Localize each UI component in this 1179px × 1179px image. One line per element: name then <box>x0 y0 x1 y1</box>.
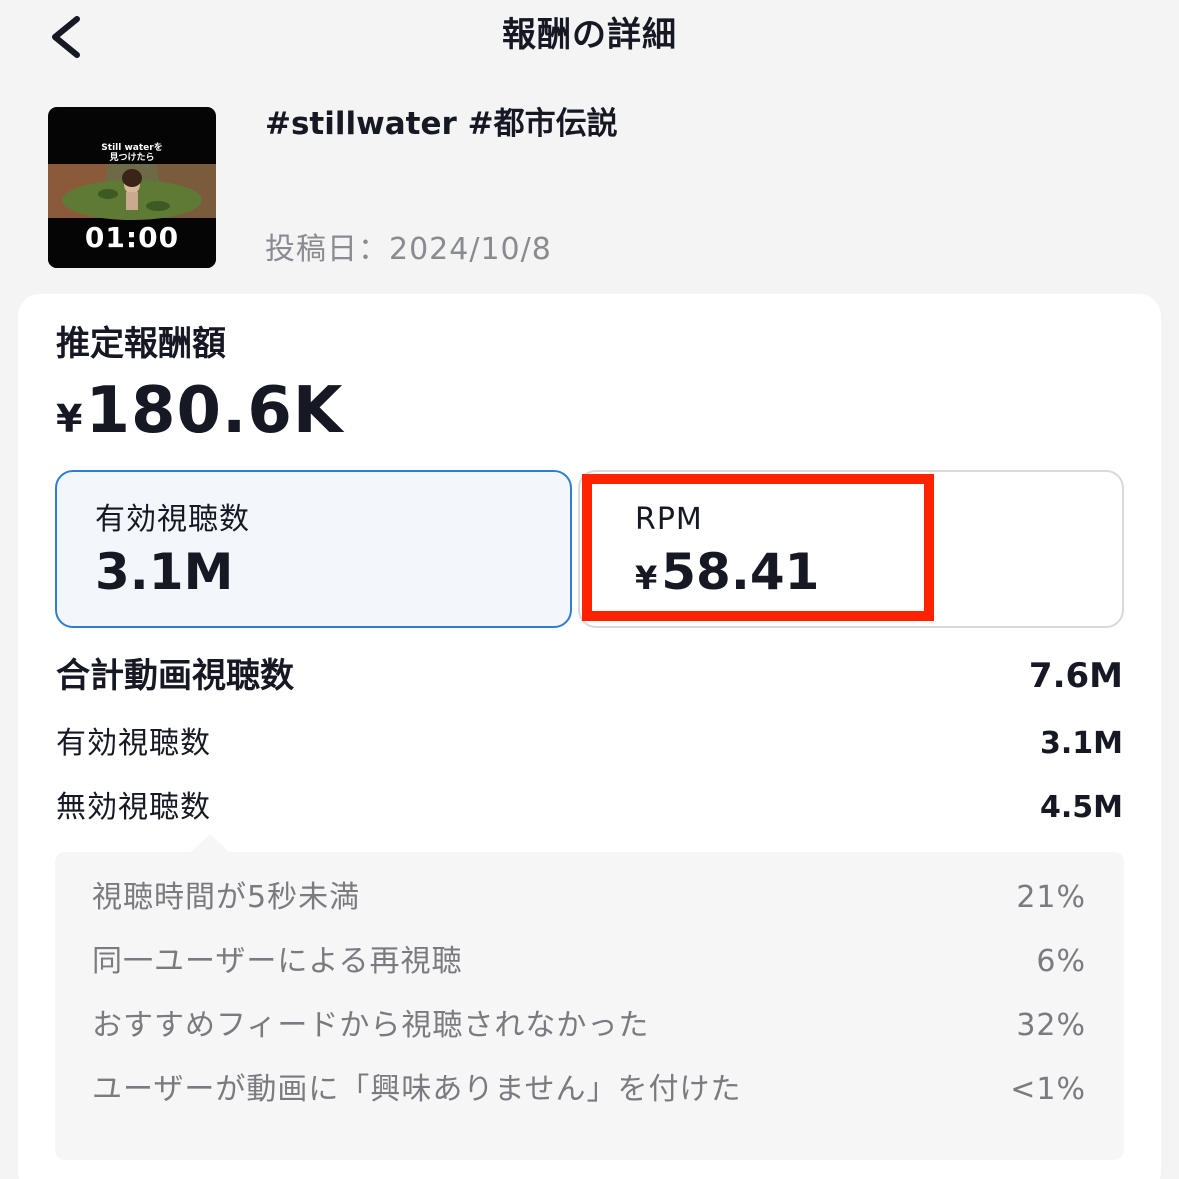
breakdown-item: 視聴時間が5秒未満 21% <box>92 876 1086 920</box>
breakdown-value: 21% <box>1016 880 1086 915</box>
rpm-tab-value: ¥58.41 <box>635 542 819 608</box>
breakdown-label: おすすめフィードから視聴されなかった <box>92 1008 650 1043</box>
earnings-amount: 180.6K <box>85 374 344 448</box>
rpm-tab-label: RPM <box>635 502 703 537</box>
breakdown-label: 視聴時間が5秒未満 <box>92 880 361 915</box>
breakdown-item: ユーザーが動画に「興味ありません」を付けた <1% <box>92 1068 1086 1112</box>
breakdown-item: 同一ユーザーによる再視聴 6% <box>92 940 1086 984</box>
rpm-amount: 58.41 <box>661 543 820 601</box>
breakdown-item: おすすめフィードから視聴されなかった 32% <box>92 1004 1086 1048</box>
total-views-value: 7.6M <box>1028 656 1123 696</box>
breakdown-pointer <box>190 834 230 853</box>
valid-views-tab-value: 3.1M <box>95 543 234 601</box>
page-title: 報酬の詳細 <box>502 15 677 55</box>
invalid-views-value: 4.5M <box>1040 790 1123 825</box>
valid-views-value: 3.1M <box>1040 726 1123 761</box>
video-thumbnail[interactable]: Still waterを 見つけたら 01:00 <box>48 107 216 268</box>
breakdown-value: <1% <box>1010 1072 1086 1107</box>
estimated-earnings-value: ¥180.6K <box>56 372 343 458</box>
valid-views-tab[interactable]: 有効視聴数 3.1M <box>55 470 572 628</box>
rpm-tab[interactable]: RPM ¥58.41 <box>578 470 1124 628</box>
invalid-views-row[interactable]: 無効視聴数 4.5M <box>56 784 1123 832</box>
video-title: #stillwater #都市伝説 <box>265 106 618 142</box>
earnings-detail-screen: 報酬の詳細 Still waterを 見つけたら 01:00 #stillwat… <box>0 0 1179 1179</box>
breakdown-value: 32% <box>1016 1008 1086 1043</box>
estimated-earnings-label: 推定報酬額 <box>56 324 226 364</box>
breakdown-value: 6% <box>1036 944 1086 979</box>
rpm-currency-symbol: ¥ <box>635 559 658 597</box>
thumbnail-caption: Still waterを 見つけたら <box>101 143 163 163</box>
valid-views-label: 有効視聴数 <box>56 726 211 761</box>
valid-views-row: 有効視聴数 3.1M <box>56 720 1123 768</box>
breakdown-label: ユーザーが動画に「興味ありません」を付けた <box>92 1072 742 1107</box>
total-views-row: 合計動画視聴数 7.6M <box>56 652 1123 700</box>
post-date: 投稿日：2024/10/8 <box>265 232 552 267</box>
invalid-views-label: 無効視聴数 <box>56 790 211 825</box>
total-views-label: 合計動画視聴数 <box>56 656 294 696</box>
header: 報酬の詳細 <box>0 0 1179 72</box>
video-duration: 01:00 <box>84 221 180 254</box>
breakdown-label: 同一ユーザーによる再視聴 <box>92 944 463 979</box>
valid-views-tab-label: 有効視聴数 <box>95 502 250 537</box>
currency-symbol: ¥ <box>56 397 84 441</box>
